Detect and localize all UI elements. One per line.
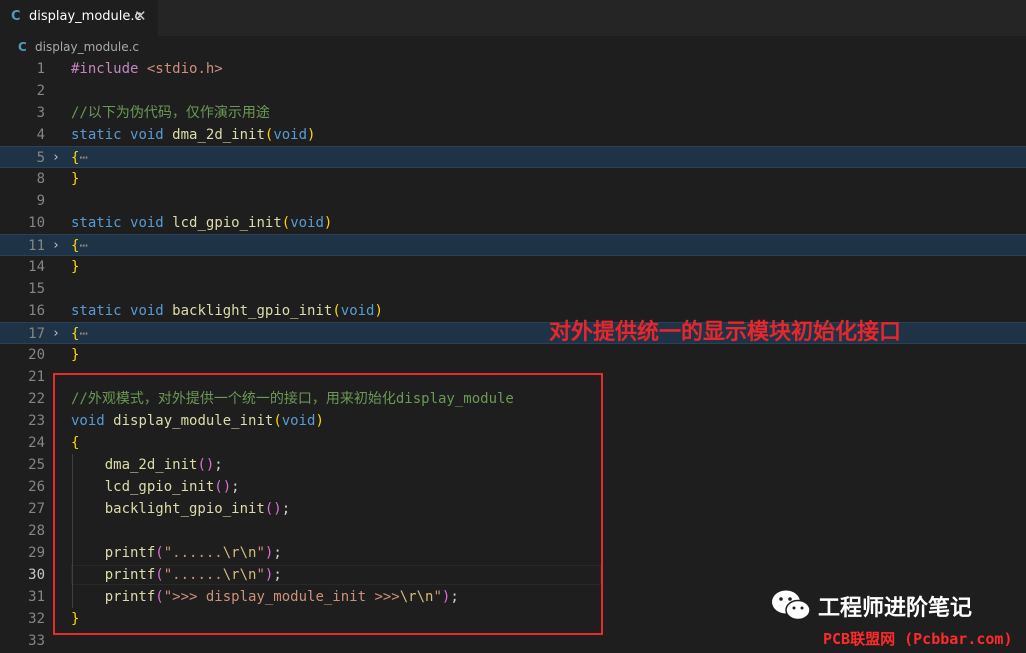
code-text: {⋯ <box>71 150 88 166</box>
tab-bar: C display_module.c ✕ <box>0 0 1026 36</box>
code-line[interactable]: 14 } <box>0 256 1026 278</box>
line-number: 24 <box>28 435 45 451</box>
code-line[interactable]: 9 <box>0 190 1026 212</box>
line-number: 9 <box>36 193 45 209</box>
folded-code-line[interactable]: 5 › {⋯ <box>0 146 1026 168</box>
line-number: 2 <box>36 83 45 99</box>
code-line[interactable]: 1 #include <stdio.h> <box>0 58 1026 80</box>
code-text: static void dma_2d_init(void) <box>71 127 316 143</box>
line-number: 23 <box>28 413 45 429</box>
line-number: 15 <box>28 281 45 297</box>
line-number: 29 <box>28 545 45 561</box>
line-number: 30 <box>28 567 45 583</box>
code-line[interactable]: 2 <box>0 80 1026 102</box>
code-comment: //以下为伪代码，仅作演示用途 <box>71 105 270 121</box>
line-number: 16 <box>28 303 45 319</box>
line-number: 26 <box>28 479 45 495</box>
line-number: 33 <box>28 633 45 649</box>
fold-expand-icon[interactable]: › <box>52 150 60 166</box>
line-number: 4 <box>36 127 45 143</box>
line-number: 20 <box>28 347 45 363</box>
code-text: #include <stdio.h> <box>71 61 223 77</box>
line-number: 22 <box>28 391 45 407</box>
folded-code-line[interactable]: 11 › {⋯ <box>0 234 1026 256</box>
line-number: 10 <box>28 215 45 231</box>
line-number: 11 <box>28 238 45 254</box>
highlight-box <box>53 373 603 635</box>
breadcrumb-item-file[interactable]: display_module.c <box>35 40 139 54</box>
code-text: } <box>71 171 80 187</box>
line-number: 8 <box>36 171 45 187</box>
code-line[interactable]: 20 } <box>0 344 1026 366</box>
code-text: static void lcd_gpio_init(void) <box>71 215 333 231</box>
breadcrumb: C display_module.c <box>0 36 1026 58</box>
line-number: 28 <box>28 523 45 539</box>
close-icon[interactable]: ✕ <box>134 7 147 25</box>
watermark-title: 工程师进阶笔记 <box>818 596 973 621</box>
code-line[interactable]: 3 //以下为伪代码，仅作演示用途 <box>0 102 1026 124</box>
line-number: 32 <box>28 611 45 627</box>
line-number: 31 <box>28 589 45 605</box>
code-line[interactable]: 4 static void dma_2d_init(void) <box>0 124 1026 146</box>
fold-expand-icon[interactable]: › <box>52 326 60 342</box>
code-text: {⋯ <box>71 238 88 254</box>
line-number: 3 <box>36 105 45 121</box>
tab-display-module[interactable]: C display_module.c ✕ <box>0 0 158 36</box>
code-line[interactable]: 8 } <box>0 168 1026 190</box>
line-number: 1 <box>36 61 45 77</box>
annotation-label: 对外提供统一的显示模块初始化接口 <box>549 319 902 345</box>
code-line[interactable]: 10 static void lcd_gpio_init(void) <box>0 212 1026 234</box>
tab-label: display_module.c <box>29 9 142 24</box>
code-text: static void backlight_gpio_init(void) <box>71 303 383 319</box>
line-number: 21 <box>28 369 45 385</box>
c-file-icon: C <box>18 40 27 54</box>
line-number: 14 <box>28 259 45 275</box>
code-text: } <box>71 259 80 275</box>
line-number: 17 <box>28 326 45 342</box>
fold-expand-icon[interactable]: › <box>52 238 60 254</box>
code-line[interactable]: 15 <box>0 278 1026 300</box>
line-number: 27 <box>28 501 45 517</box>
watermark-subtitle: PCB联盟网 (Pcbbar.com) <box>823 630 1013 648</box>
code-text: } <box>71 347 80 363</box>
c-file-icon: C <box>11 9 21 24</box>
line-number: 25 <box>28 457 45 473</box>
wechat-icon <box>772 590 811 621</box>
code-text: {⋯ <box>71 326 88 342</box>
line-number: 5 <box>36 150 45 166</box>
